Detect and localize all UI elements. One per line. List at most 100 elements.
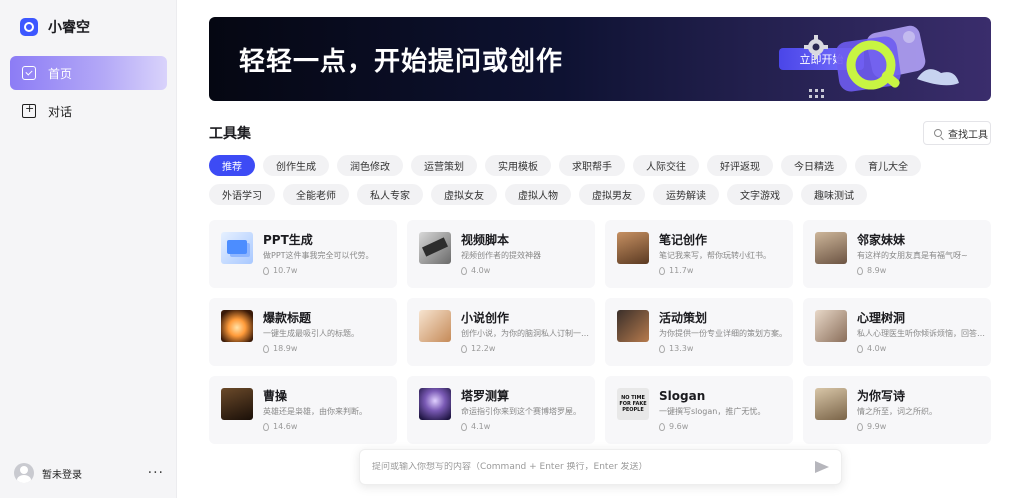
fire-icon	[461, 344, 467, 353]
composer	[359, 449, 842, 485]
search-icon	[934, 129, 942, 137]
prompt-input[interactable]	[372, 462, 815, 472]
category-chip[interactable]: 全能老师	[283, 184, 349, 205]
fire-icon	[659, 422, 665, 431]
tool-title: 曹操	[263, 389, 288, 403]
find-tools-button[interactable]: 查找工具	[923, 121, 991, 145]
sidebar-item-label: 首页	[48, 66, 73, 81]
category-chip[interactable]: 实用模板	[485, 155, 551, 176]
category-chip[interactable]: 润色修改	[337, 155, 403, 176]
tool-card[interactable]: 小说创作 创作小说，为你的脑洞私人订制一… 12.2w	[407, 298, 595, 366]
tool-title: 爆款标题	[263, 311, 312, 325]
tool-card[interactable]: PPT生成做PPT这件事我完全可以代劳。 10.7w	[209, 220, 397, 288]
category-chip[interactable]: 运势解读	[653, 184, 719, 205]
brand[interactable]: 小睿空	[20, 17, 90, 37]
tool-title: 活动策划	[659, 311, 708, 325]
tool-card[interactable]: 活动策划 为你提供一份专业详细的策划方案。 13.3w	[605, 298, 793, 366]
tool-title: PPT生成	[263, 233, 313, 247]
usage-stat: 9.9w	[857, 422, 981, 431]
tool-card[interactable]: 曹操英雄还是枭雄，由你来判断。 14.6w	[209, 376, 397, 444]
usage-count: 4.0w	[471, 266, 491, 275]
tool-title: Slogan	[659, 389, 706, 403]
tool-description: 做PPT这件事我完全可以代劳。	[263, 251, 374, 260]
tool-card[interactable]: 笔记创作 笔记我来写，帮你玩转小红书。 11.7w	[605, 220, 793, 288]
tool-description: 有这样的女朋友真是有福气呀~	[857, 251, 968, 260]
tool-description: 命运指引你来到这个赛博塔罗屋。	[461, 407, 581, 416]
usage-stat: 4.0w	[857, 344, 981, 353]
tool-description: 一键生成最吸引人的标题。	[263, 329, 359, 338]
usage-count: 4.1w	[471, 422, 491, 431]
category-chip[interactable]: 人际交往	[633, 155, 699, 176]
tool-title: 笔记创作	[659, 233, 708, 247]
sidebar: 小睿空 首页 对话 暂未登录 ···	[0, 0, 177, 498]
tool-card[interactable]: 塔罗测算命运指引你来到这个赛博塔罗屋。 4.1w	[407, 376, 595, 444]
gear-icon	[804, 35, 828, 59]
category-chip[interactable]: 虚拟人物	[505, 184, 571, 205]
fire-icon	[461, 422, 467, 431]
category-chip[interactable]: 推荐	[209, 155, 255, 176]
thumbnail-text: NO TIME FOR FAKE PEOPLE	[619, 395, 647, 413]
fire-icon	[659, 344, 665, 353]
tool-title: 邻家妹妹	[857, 233, 906, 247]
category-chip[interactable]: 运营策划	[411, 155, 477, 176]
category-chip[interactable]: 虚拟女友	[431, 184, 497, 205]
more-icon[interactable]: ···	[148, 465, 164, 481]
tool-description: 英雄还是枭雄，由你来判断。	[263, 407, 367, 416]
hero-banner: 轻轻一点，开始提问或创作 立即开始	[209, 17, 991, 101]
tool-thumbnail	[617, 232, 649, 264]
tool-card[interactable]: NO TIME FOR FAKE PEOPLE Slogan 一键撰写slogan，…	[605, 376, 793, 444]
tools-title: 工具集	[209, 126, 251, 142]
tool-thumbnail	[221, 388, 253, 420]
fire-icon	[461, 266, 467, 275]
usage-count: 10.7w	[273, 266, 298, 275]
tool-card[interactable]: 为你写诗 情之所至，词之所织。 9.9w	[803, 376, 991, 444]
avatar[interactable]	[14, 463, 34, 483]
usage-count: 9.9w	[867, 422, 887, 431]
tool-thumbnail	[419, 388, 451, 420]
usage-stat: 10.7w	[263, 266, 387, 275]
category-chip[interactable]: 私人专家	[357, 184, 423, 205]
category-chips: 推荐 创作生成 润色修改 运营策划 实用模板 求职帮手 人际交往 好评返现 今日精选 育儿大全外语…	[209, 155, 991, 205]
category-chip[interactable]: 虚拟男友	[579, 184, 645, 205]
sidebar-nav: 首页 对话	[10, 56, 167, 132]
tool-cards-grid: PPT生成做PPT这件事我完全可以代劳。 10.7w 视频脚本 视频创作者的提效神器 4…	[209, 220, 991, 444]
send-icon[interactable]	[815, 461, 829, 473]
login-status[interactable]: 暂未登录	[42, 466, 140, 481]
sidebar-item-home[interactable]: 首页	[10, 56, 167, 90]
tool-thumbnail	[419, 232, 451, 264]
tool-card[interactable]: 心理树洞私人心理医生听你倾诉烦恼，回答… 4.0w	[803, 298, 991, 366]
category-chip[interactable]: 求职帮手	[559, 155, 625, 176]
fire-icon	[659, 266, 665, 275]
tool-card[interactable]: 邻家妹妹 有这样的女朋友真是有福气呀~ 8.9w	[803, 220, 991, 288]
category-chip[interactable]: 趣味测试	[801, 184, 867, 205]
tool-thumbnail	[221, 310, 253, 342]
category-chip[interactable]: 外语学习	[209, 184, 275, 205]
usage-stat: 14.6w	[263, 422, 387, 431]
tool-description: 私人心理医生听你倾诉烦恼，回答…	[857, 329, 985, 338]
tool-card[interactable]: 爆款标题一键生成最吸引人的标题。 18.9w	[209, 298, 397, 366]
tool-title: 心理树洞	[857, 311, 906, 325]
usage-count: 18.9w	[273, 344, 298, 353]
user-area[interactable]: 暂未登录 ···	[14, 463, 164, 483]
tool-thumbnail	[815, 310, 847, 342]
usage-count: 12.2w	[471, 344, 496, 353]
category-chip[interactable]: 今日精选	[781, 155, 847, 176]
brand-name: 小睿空	[48, 20, 90, 36]
tool-title: 塔罗测算	[461, 389, 510, 403]
tool-card[interactable]: 视频脚本 视频创作者的提效神器 4.0w	[407, 220, 595, 288]
tool-description: 一键撰写slogan，推广无忧。	[659, 407, 766, 416]
sidebar-item-chat[interactable]: 对话	[10, 94, 167, 128]
usage-count: 9.6w	[669, 422, 689, 431]
category-chip[interactable]: 文字游戏	[727, 184, 793, 205]
home-icon	[22, 66, 36, 80]
usage-stat: 4.0w	[461, 266, 585, 275]
tool-thumbnail	[221, 232, 253, 264]
fire-icon	[857, 344, 863, 353]
tool-thumbnail: NO TIME FOR FAKE PEOPLE	[617, 388, 649, 420]
fire-icon	[263, 422, 269, 431]
tool-title: 小说创作	[461, 311, 510, 325]
category-chip[interactable]: 创作生成	[263, 155, 329, 176]
category-chip[interactable]: 育儿大全	[855, 155, 921, 176]
category-chip[interactable]: 好评返现	[707, 155, 773, 176]
tool-description: 为你提供一份专业详细的策划方案。	[659, 329, 787, 338]
